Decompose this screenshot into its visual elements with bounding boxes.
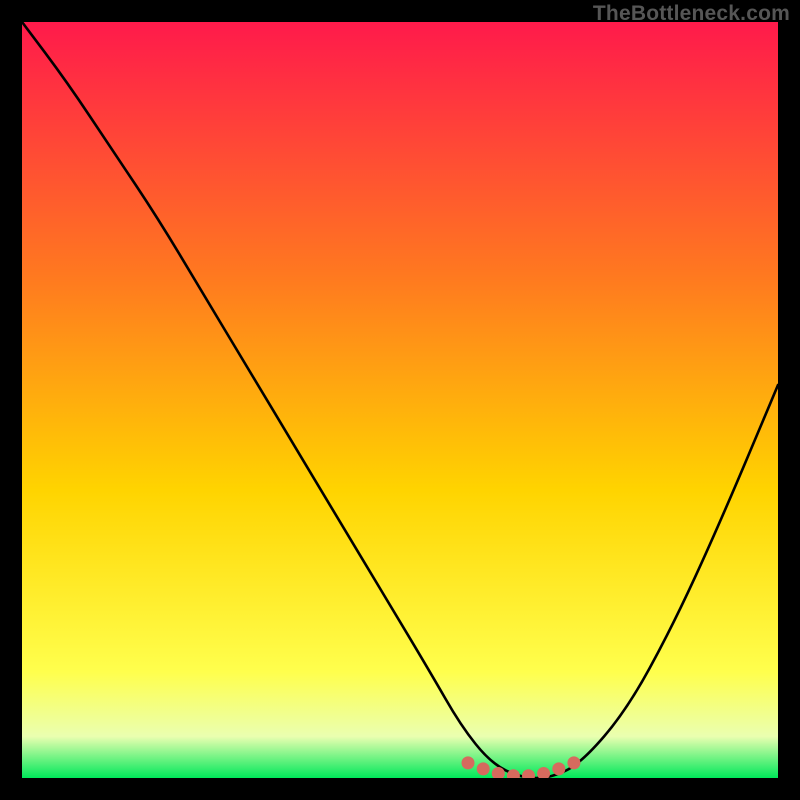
plot-area [22, 22, 778, 778]
attribution-label: TheBottleneck.com [593, 2, 790, 26]
frame: TheBottleneck.com [0, 0, 800, 800]
bottleneck-curve [22, 22, 778, 778]
